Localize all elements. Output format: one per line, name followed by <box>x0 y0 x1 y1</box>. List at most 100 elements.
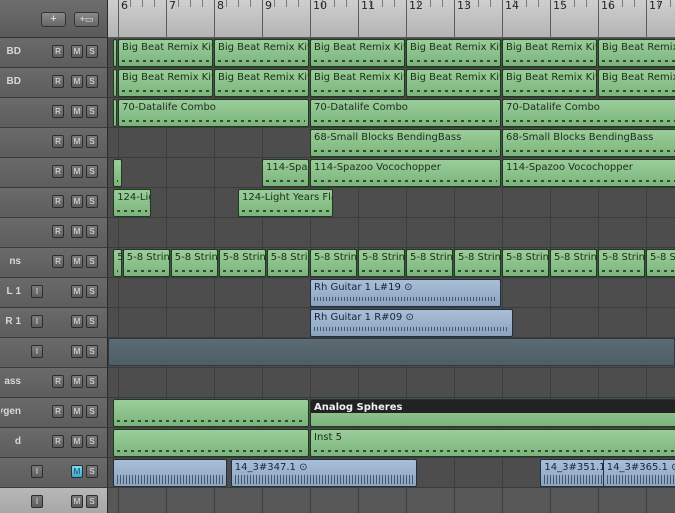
region[interactable]: 68-Small Blocks BendingBass <box>310 129 501 157</box>
input-monitor-button[interactable]: I <box>31 345 43 358</box>
bar-ruler[interactable]: 6 7 8 9 10 11 12 13 14 15 16 17 <box>108 0 675 38</box>
region[interactable]: 5-8 Strings <box>310 249 357 277</box>
solo-button[interactable]: S <box>86 135 98 148</box>
mute-button[interactable]: M <box>71 75 83 88</box>
region[interactable]: Big Beat Remix Kit <box>214 69 309 97</box>
region[interactable]: Big Beat Remix Kit <box>118 69 213 97</box>
mute-button[interactable]: M <box>71 45 83 58</box>
track-header[interactable]: RMS <box>0 218 108 248</box>
region[interactable]: 114-Spazoo Vocochopper <box>262 159 309 187</box>
region[interactable]: 114-Spazoo Vocochopper <box>310 159 501 187</box>
mute-button[interactable]: M <box>71 375 83 388</box>
solo-button[interactable]: S <box>86 105 98 118</box>
track-header[interactable]: I MS <box>0 488 108 513</box>
region[interactable]: Big Beat Remix Kit <box>406 39 501 67</box>
region[interactable]: Big Beat Remix Kit <box>598 39 675 67</box>
record-enable-button[interactable]: R <box>52 225 64 238</box>
region[interactable]: Big Beat Remix Kit <box>598 69 675 97</box>
solo-button[interactable]: S <box>86 285 98 298</box>
track-lane[interactable] <box>108 488 675 513</box>
solo-button[interactable]: S <box>86 405 98 418</box>
record-enable-button[interactable]: R <box>52 405 64 418</box>
region[interactable]: 5-8 Strings <box>646 249 675 277</box>
region[interactable]: 5-8 Strings <box>113 249 122 277</box>
solo-button[interactable]: S <box>86 435 98 448</box>
region[interactable]: 70-Datalife Combo <box>502 99 675 127</box>
region[interactable]: Analog Spheres <box>310 399 675 427</box>
region[interactable]: Big Beat Remix Kit <box>113 69 118 97</box>
region[interactable] <box>113 159 122 187</box>
track-lane[interactable] <box>108 188 675 218</box>
mute-button[interactable]: M <box>71 495 83 508</box>
region[interactable]: Big Beat Remix Kit <box>502 39 597 67</box>
track-header[interactable]: RMS <box>0 188 108 218</box>
arrange-area[interactable]: Big Beat Remix Kit Big Beat Remix Kit Big … <box>108 38 675 513</box>
region[interactable]: 5-8 Strings <box>406 249 453 277</box>
input-monitor-button[interactable]: I <box>31 285 43 298</box>
region[interactable]: 114-Spazoo Vocochopper <box>502 159 675 187</box>
track-header[interactable]: ns R M S <box>0 248 108 278</box>
record-enable-button[interactable]: R <box>52 435 64 448</box>
mute-button[interactable]: M <box>71 165 83 178</box>
record-enable-button[interactable]: R <box>52 255 64 268</box>
mute-button[interactable]: M <box>71 315 83 328</box>
region[interactable]: Rh Guitar 1 R#09 ⊙ <box>310 309 513 337</box>
region[interactable] <box>113 399 309 427</box>
solo-button[interactable]: S <box>86 375 98 388</box>
add-tracks-multi-button[interactable]: +▭ <box>74 12 99 27</box>
track-header[interactable]: 1 L I MS <box>0 278 108 308</box>
track-header[interactable]: d RMS <box>0 428 108 458</box>
track-header[interactable]: I MS <box>0 458 108 488</box>
region[interactable]: 5-8 Strings <box>358 249 405 277</box>
region[interactable]: 70-Datalife Combo <box>118 99 309 127</box>
region[interactable] <box>113 459 228 487</box>
record-enable-button[interactable]: R <box>52 45 64 58</box>
track-header[interactable]: ygen RMS <box>0 398 108 428</box>
region[interactable]: 68-Small Blocks BendingBass <box>502 129 675 157</box>
mute-button[interactable]: M <box>71 465 83 478</box>
track-header[interactable]: BD R M S <box>0 38 108 68</box>
region[interactable]: 70-Datalife Combo <box>310 99 501 127</box>
input-monitor-button[interactable]: I <box>31 315 43 328</box>
input-monitor-button[interactable]: I <box>31 465 43 478</box>
solo-button[interactable]: S <box>86 465 98 478</box>
record-enable-button[interactable]: R <box>52 375 64 388</box>
solo-button[interactable]: S <box>86 195 98 208</box>
region[interactable]: Big Beat Remix Kit <box>113 39 118 67</box>
region[interactable]: 5-8 Strings <box>218 249 266 277</box>
track-header[interactable]: RMS <box>0 98 108 128</box>
record-enable-button[interactable]: R <box>52 75 64 88</box>
region[interactable]: 14_3#347.1 ⊙ <box>230 459 417 487</box>
solo-button[interactable]: S <box>86 45 98 58</box>
solo-button[interactable]: S <box>86 225 98 238</box>
track-lane[interactable] <box>108 218 675 248</box>
solo-button[interactable]: S <box>86 255 98 268</box>
record-enable-button[interactable]: R <box>52 195 64 208</box>
automation-lane[interactable] <box>108 338 675 366</box>
mute-button[interactable]: M <box>71 405 83 418</box>
region[interactable]: Inst 5 <box>310 429 675 457</box>
region[interactable]: 14_3#365.1 ⊙ <box>602 459 675 487</box>
region[interactable]: 5-8 Strings <box>598 249 645 277</box>
mute-button[interactable]: M <box>71 255 83 268</box>
region[interactable] <box>113 429 309 457</box>
solo-button[interactable]: S <box>86 345 98 358</box>
region[interactable]: Big Beat Remix Kit <box>406 69 501 97</box>
track-header[interactable]: I MS <box>0 338 108 368</box>
region[interactable]: Big Beat Remix Kit <box>214 39 309 67</box>
track-lane[interactable] <box>108 368 675 398</box>
track-header[interactable]: 1 R I MS <box>0 308 108 338</box>
mute-button[interactable]: M <box>71 435 83 448</box>
add-track-button[interactable]: + <box>41 12 66 27</box>
region[interactable]: Rh Guitar 1 L#19 ⊙ <box>310 279 501 307</box>
mute-button[interactable]: M <box>71 225 83 238</box>
region[interactable]: Big Beat Remix Kit <box>502 69 597 97</box>
track-header[interactable]: RMS <box>0 158 108 188</box>
record-enable-button[interactable]: R <box>52 135 64 148</box>
region[interactable] <box>113 99 118 127</box>
solo-button[interactable]: S <box>86 495 98 508</box>
region[interactable]: Big Beat Remix Kit <box>118 39 213 67</box>
region[interactable]: Big Beat Remix Kit <box>310 69 405 97</box>
track-header[interactable]: ass R M S <box>0 368 108 398</box>
mute-button[interactable]: M <box>71 135 83 148</box>
